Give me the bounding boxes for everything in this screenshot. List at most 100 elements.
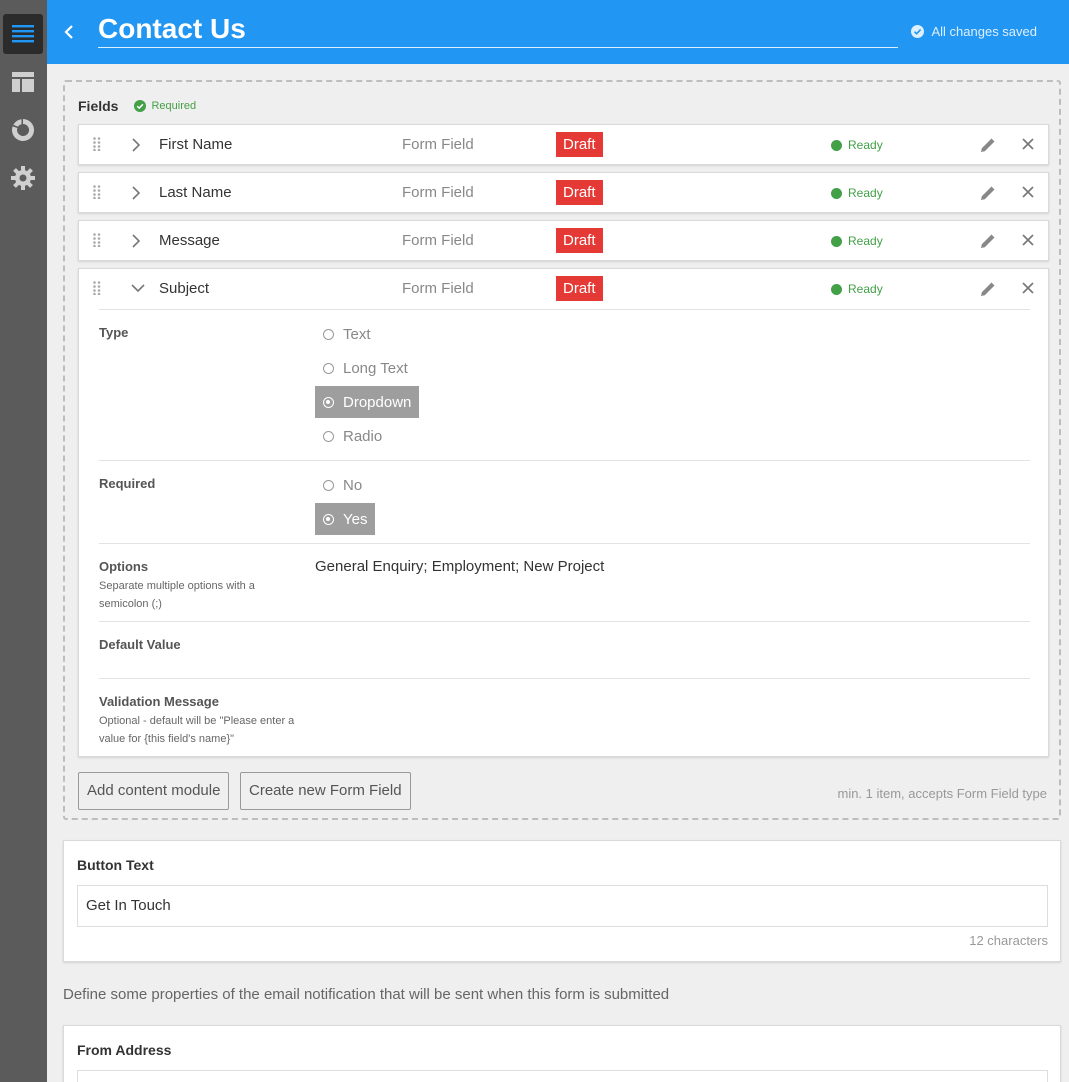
ready-text: Ready (848, 186, 883, 200)
status-dot (831, 235, 842, 247)
required-option-no[interactable]: No (315, 469, 370, 501)
button-text-input[interactable]: Get In Touch (77, 885, 1048, 927)
fields-heading: Fields Required (78, 98, 196, 114)
save-status-text: All changes saved (931, 24, 1037, 39)
field-row-last-name: Last Name Form Field Draft Ready (78, 172, 1049, 213)
field-name: First Name (159, 136, 233, 153)
ready-status: Ready (831, 234, 883, 248)
create-form-field-button[interactable]: Create new Form Field (240, 772, 411, 810)
chart-icon (11, 119, 34, 141)
draft-badge: Draft (556, 180, 603, 205)
save-status: All changes saved (911, 24, 1037, 39)
validation-section: Validation Message Optional - default wi… (99, 678, 1030, 757)
type-option-text[interactable]: Text (315, 318, 379, 350)
status-dot (831, 139, 842, 151)
draft-badge: Draft (556, 276, 603, 301)
chevron-right-icon[interactable] (131, 137, 141, 153)
default-value-label: Default Value (99, 637, 181, 652)
radio-icon (323, 479, 334, 491)
required-badge: Required (134, 100, 196, 112)
drag-handle-icon[interactable] (93, 281, 101, 295)
validation-label: Validation Message (99, 694, 219, 709)
back-button[interactable] (59, 20, 79, 44)
type-section: Type Text Long Text Dropdown Radio (99, 309, 1030, 460)
check-circle-icon (134, 100, 147, 112)
from-address-label: From Address (77, 1042, 172, 1058)
notification-intro: Define some properties of the email noti… (63, 986, 670, 1003)
chevron-right-icon[interactable] (131, 233, 141, 249)
chevron-down-icon[interactable] (130, 283, 146, 293)
required-section: Required No Yes (99, 460, 1030, 543)
button-text-label: Button Text (77, 857, 154, 873)
from-address-input[interactable] (77, 1070, 1048, 1082)
drag-handle-icon[interactable] (93, 137, 101, 151)
add-content-module-button[interactable]: Add content module (78, 772, 230, 810)
rail-layout-button[interactable] (3, 62, 43, 102)
default-value-section: Default Value (99, 621, 1030, 678)
chevron-right-icon[interactable] (131, 185, 141, 201)
field-name: Subject (159, 280, 210, 297)
ready-status: Ready (831, 282, 883, 296)
ready-text: Ready (848, 282, 883, 296)
type-option-long-text[interactable]: Long Text (315, 352, 416, 384)
close-icon[interactable] (1022, 186, 1034, 198)
field-type: Form Field (402, 232, 474, 249)
layout-icon (12, 72, 34, 92)
ready-text: Ready (848, 234, 883, 248)
status-dot (831, 187, 842, 199)
content-icon (12, 25, 34, 43)
radio-icon (323, 430, 334, 442)
close-icon[interactable] (1022, 138, 1034, 150)
required-badge-text: Required (151, 100, 197, 112)
field-row-message: Message Form Field Draft Ready (78, 220, 1049, 261)
options-section: Options Separate multiple options with a… (99, 543, 1030, 621)
status-dot (831, 283, 842, 295)
drag-handle-icon[interactable] (93, 233, 101, 247)
rail-settings-button[interactable] (3, 158, 43, 198)
radio-label: Radio (343, 427, 383, 445)
title-field[interactable]: Contact Us (98, 10, 898, 48)
field-type: Form Field (402, 136, 474, 153)
ready-status: Ready (831, 138, 883, 152)
field-name: Last Name (159, 184, 232, 201)
required-option-yes[interactable]: Yes (315, 503, 376, 535)
fields-container: Fields Required First Name Form Field Dr… (63, 80, 1061, 820)
drag-handle-icon[interactable] (93, 185, 101, 199)
radio-label: Yes (343, 510, 368, 528)
check-circle-icon (911, 25, 925, 38)
options-label: Options (99, 559, 149, 574)
from-address-card: From Address (63, 1025, 1061, 1082)
pencil-icon[interactable] (980, 185, 996, 201)
radio-label: No (343, 476, 363, 494)
button-text-card: Button Text Get In Touch 12 characters (63, 840, 1061, 962)
close-icon[interactable] (1022, 234, 1034, 246)
pencil-icon[interactable] (980, 233, 996, 249)
radio-label: Long Text (343, 359, 408, 377)
char-count: 12 characters (969, 933, 1048, 948)
constraint-text: min. 1 item, accepts Form Field type (837, 786, 1047, 801)
radio-icon (323, 362, 334, 374)
pencil-icon[interactable] (980, 281, 996, 297)
options-value[interactable]: General Enquiry; Employment; New Project (315, 558, 604, 575)
radio-selected-icon (323, 513, 334, 525)
pencil-icon[interactable] (980, 137, 996, 153)
ready-status: Ready (831, 186, 883, 200)
type-option-radio[interactable]: Radio (315, 420, 390, 452)
header-bar: Contact Us All changes saved (47, 0, 1069, 64)
fields-label: Fields (78, 98, 119, 114)
field-type: Form Field (402, 184, 474, 201)
close-icon[interactable] (1022, 282, 1034, 294)
required-label: Required (99, 476, 156, 491)
side-rail (0, 0, 47, 1082)
type-option-dropdown[interactable]: Dropdown (315, 386, 420, 418)
page-title: Contact Us (98, 13, 246, 44)
draft-badge: Draft (556, 132, 603, 157)
options-hint: Separate multiple options with a semicol… (99, 580, 255, 610)
rail-content-button[interactable] (3, 14, 43, 54)
rail-chart-button[interactable] (3, 110, 43, 150)
field-row-first-name: First Name Form Field Draft Ready (78, 124, 1049, 165)
field-name: Message (159, 232, 220, 249)
chevron-left-icon (64, 25, 73, 39)
radio-selected-icon (323, 396, 334, 408)
radio-icon (323, 328, 334, 340)
